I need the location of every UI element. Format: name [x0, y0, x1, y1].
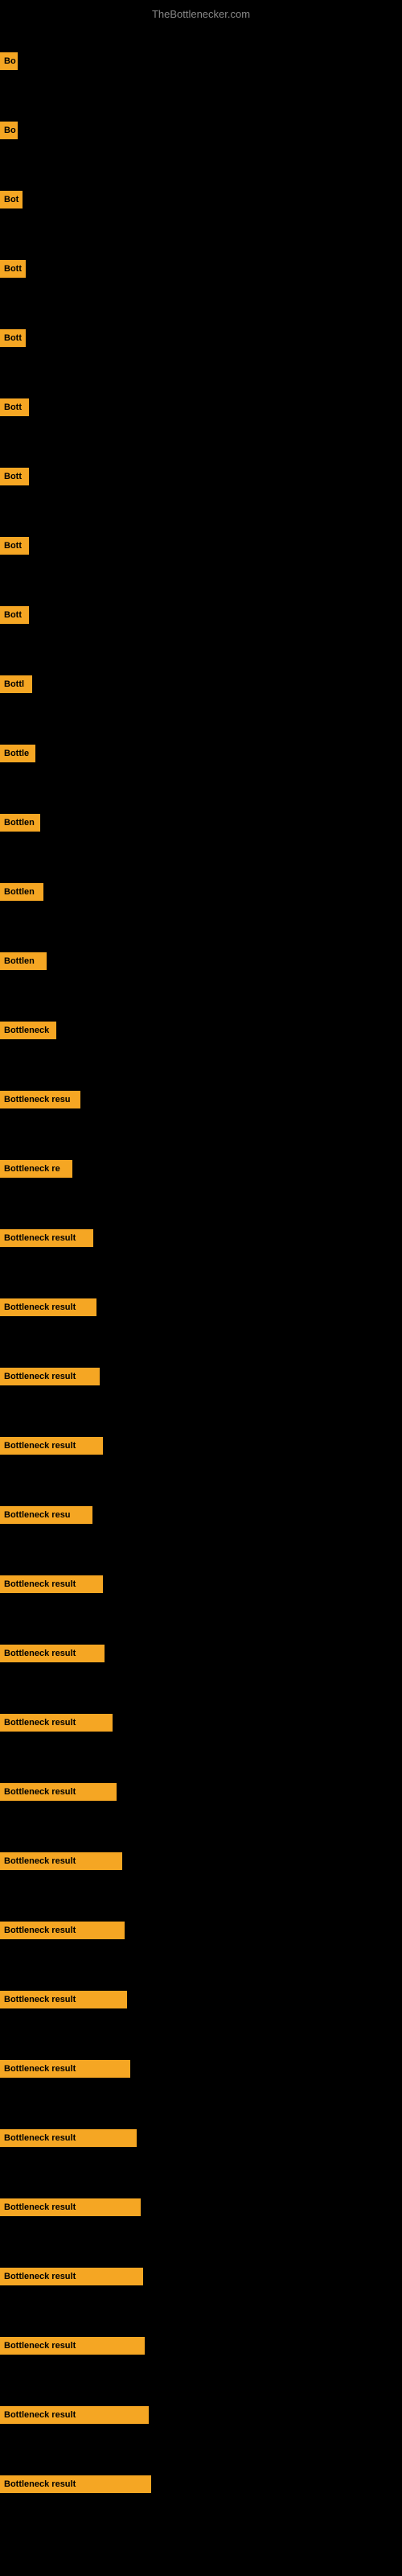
- bar-label: Bott: [0, 260, 26, 278]
- bar-label: Bottleneck result: [0, 1229, 93, 1247]
- bar-label: Bottleneck re: [0, 1160, 72, 1178]
- bar-row: Bottleneck result: [0, 1269, 402, 1338]
- bar-row: Bottleneck result: [0, 1892, 402, 1961]
- bar-label: Bottleneck result: [0, 1575, 103, 1593]
- bar-label: Bottleneck result: [0, 1368, 100, 1385]
- bar-row: Bottleneck result: [0, 2376, 402, 2446]
- bar-row: Bot: [0, 161, 402, 230]
- bar-label: Bott: [0, 398, 29, 416]
- bar-label: Bottleneck result: [0, 1852, 122, 1870]
- bar-row: Bottleneck result: [0, 1338, 402, 1407]
- bar-label: Bott: [0, 606, 29, 624]
- bar-row: Bo: [0, 92, 402, 161]
- bar-label: Bottleneck result: [0, 2268, 143, 2285]
- bar-label: Bottlen: [0, 814, 40, 832]
- bar-row: Bottlen: [0, 784, 402, 853]
- bar-label: Bott: [0, 329, 26, 347]
- bar-label: Bo: [0, 52, 18, 70]
- bar-label: Bottleneck result: [0, 1783, 117, 1801]
- bar-row: Bottleneck: [0, 992, 402, 1061]
- bar-row: Bott: [0, 438, 402, 507]
- bar-row: Bottleneck result: [0, 1961, 402, 2030]
- bar-label: Bottle: [0, 745, 35, 762]
- bar-row: Bo: [0, 23, 402, 92]
- bar-row: Bott: [0, 299, 402, 369]
- bar-row: Bottleneck result: [0, 2099, 402, 2169]
- bar-label: Bottleneck result: [0, 1922, 125, 1939]
- bar-label: Bott: [0, 468, 29, 485]
- bar-label: Bottleneck result: [0, 2129, 137, 2147]
- bar-row: Bottleneck result: [0, 1199, 402, 1269]
- bar-label: Bottleneck result: [0, 2475, 151, 2493]
- bar-label: Bott: [0, 537, 29, 555]
- bar-row: Bottlen: [0, 853, 402, 923]
- bar-label: Bottlen: [0, 952, 47, 970]
- bars-container: Bo Bo Bot Bott Bott Bott Bott Bott Bott Bottl Bott…: [0, 23, 402, 2515]
- bar-label: Bottleneck resu: [0, 1506, 92, 1524]
- bar-row: Bottleneck re: [0, 1130, 402, 1199]
- bar-row: Bottleneck result: [0, 1546, 402, 1615]
- bar-row: Bottleneck result: [0, 2169, 402, 2238]
- site-title: TheBottlenecker.com: [0, 3, 402, 25]
- bar-label: Bo: [0, 122, 18, 139]
- bar-row: Bottleneck resu: [0, 1061, 402, 1130]
- bar-row: Bottlen: [0, 923, 402, 992]
- bar-label: Bottleneck result: [0, 2198, 141, 2216]
- bar-label: Bottleneck resu: [0, 1091, 80, 1108]
- bar-label: Bottleneck result: [0, 1437, 103, 1455]
- bar-row: Bott: [0, 576, 402, 646]
- bar-row: Bottleneck result: [0, 1823, 402, 1892]
- bar-label: Bottleneck result: [0, 2337, 145, 2355]
- bar-label: Bottl: [0, 675, 32, 693]
- bar-row: Bottleneck result: [0, 2307, 402, 2376]
- bar-row: Bottleneck result: [0, 1753, 402, 1823]
- bar-row: Bottleneck result: [0, 2446, 402, 2515]
- bar-row: Bottle: [0, 715, 402, 784]
- bar-label: Bot: [0, 191, 23, 208]
- bar-row: Bottleneck result: [0, 1684, 402, 1753]
- bar-label: Bottlen: [0, 883, 43, 901]
- bar-row: Bottleneck resu: [0, 1476, 402, 1546]
- bar-row: Bott: [0, 507, 402, 576]
- bar-label: Bottleneck: [0, 1022, 56, 1039]
- bar-label: Bottleneck result: [0, 1714, 113, 1732]
- bar-row: Bottleneck result: [0, 2238, 402, 2307]
- bar-row: Bott: [0, 230, 402, 299]
- bar-label: Bottleneck result: [0, 2060, 130, 2078]
- bar-label: Bottleneck result: [0, 1991, 127, 2008]
- bar-row: Bottleneck result: [0, 1615, 402, 1684]
- bar-label: Bottleneck result: [0, 1298, 96, 1316]
- bar-row: Bottleneck result: [0, 1407, 402, 1476]
- bar-label: Bottleneck result: [0, 2406, 149, 2424]
- bar-row: Bottl: [0, 646, 402, 715]
- bar-row: Bott: [0, 369, 402, 438]
- bar-label: Bottleneck result: [0, 1645, 105, 1662]
- bar-row: Bottleneck result: [0, 2030, 402, 2099]
